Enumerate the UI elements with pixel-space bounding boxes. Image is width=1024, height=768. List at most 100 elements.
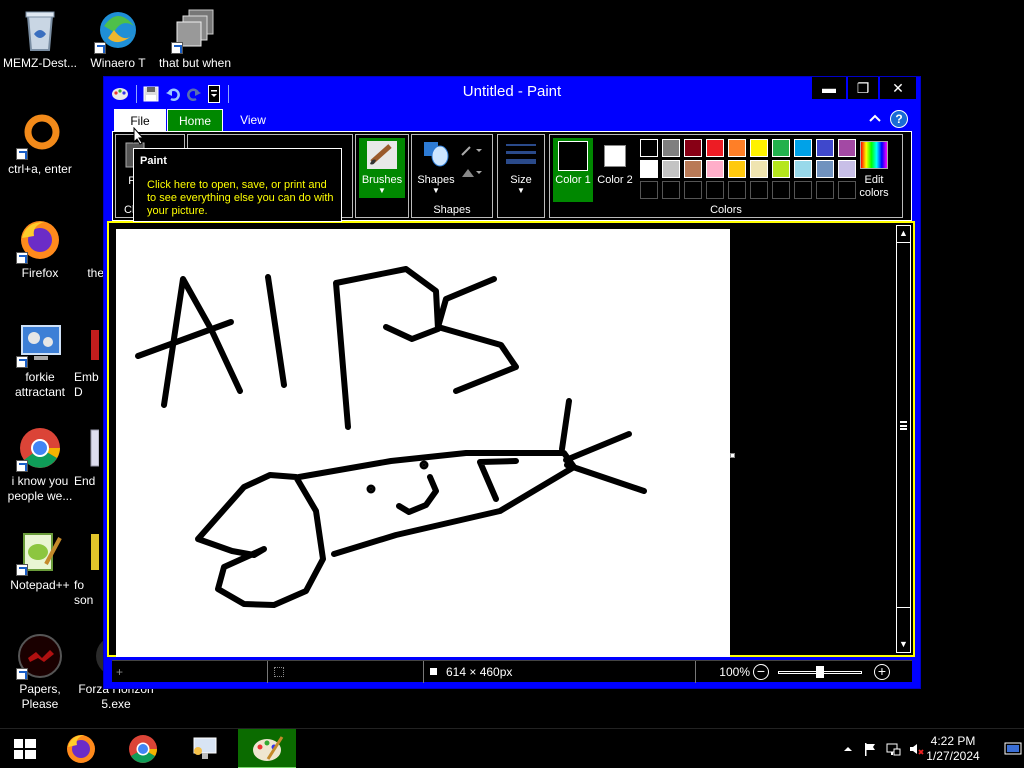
palette-empty-slot[interactable] (772, 181, 790, 199)
zoom-slider-thumb[interactable] (816, 666, 824, 678)
zoom-in-button[interactable]: + (874, 664, 890, 680)
desktop-icon-emb[interactable]: Emb D (74, 320, 104, 400)
desktop-icon-ctrl-a-enter[interactable]: ctrl+a, enter (0, 112, 80, 177)
outline-icon[interactable] (460, 143, 486, 157)
color1-button[interactable]: Color 1 (553, 138, 593, 202)
palette-swatch[interactable] (816, 160, 834, 178)
desktop-icon-label: Papers, Please (19, 682, 61, 711)
ring-icon (16, 112, 64, 160)
palette-swatch[interactable] (750, 139, 768, 157)
taskbar-paint[interactable] (238, 729, 296, 768)
desktop-icon-winaero[interactable]: Winaero T (78, 6, 158, 71)
maximize-button[interactable]: ❐ (848, 77, 878, 99)
file-tab-tooltip: Paint Click here to open, save, or print… (133, 148, 342, 222)
brushes-button[interactable]: Brushes ▼ (359, 138, 405, 198)
color2-button[interactable]: Color 2 (595, 138, 635, 202)
network-icon[interactable] (885, 741, 901, 757)
palette-empty-slot[interactable] (662, 181, 680, 199)
palette-empty-slot[interactable] (794, 181, 812, 199)
notepadpp-icon (16, 528, 64, 576)
palette-swatch[interactable] (750, 160, 768, 178)
desktop-icon-label: fo son (74, 578, 94, 607)
palette-empty-slot[interactable] (728, 181, 746, 199)
title-bar[interactable]: Untitled - Paint ▬ ❐ ✕ (104, 77, 920, 107)
colors-group: Color 1 Color 2 Edit colors Colors (549, 134, 903, 218)
clock[interactable]: 4:22 PM 1/27/2024 (918, 734, 988, 764)
desktop-icon-i-know-you[interactable]: i know you people we... (0, 424, 80, 504)
chrome-icon (129, 735, 157, 763)
edit-colors-button[interactable]: Edit colors (852, 138, 896, 202)
palette-swatch[interactable] (706, 160, 724, 178)
papers-please-icon (16, 632, 64, 680)
scroll-thumb[interactable] (897, 242, 910, 608)
show-hidden-icons-icon[interactable] (840, 741, 856, 757)
close-button[interactable]: ✕ (880, 77, 916, 99)
color1-label: Color 1 (555, 174, 591, 186)
canvas-resize-handle[interactable] (730, 453, 735, 458)
vertical-scrollbar[interactable]: ▲ ▼ (896, 225, 911, 653)
taskbar-firefox[interactable] (52, 729, 110, 768)
palette-swatch[interactable] (772, 139, 790, 157)
palette-swatch[interactable] (772, 160, 790, 178)
palette-swatch[interactable] (640, 139, 658, 157)
zoom-slider[interactable] (778, 666, 862, 678)
size-button[interactable]: Size ▼ (501, 138, 541, 198)
scroll-down-icon[interactable]: ▼ (897, 637, 910, 652)
drawing-canvas[interactable] (116, 229, 730, 657)
tab-home[interactable]: Home (167, 109, 223, 131)
cursor-position-cell: + (112, 661, 268, 683)
zoom-out-button[interactable]: − (753, 664, 769, 680)
palette-swatch[interactable] (684, 160, 702, 178)
palette-empty-slot[interactable] (640, 181, 658, 199)
color-spectrum-icon (860, 141, 888, 169)
zoom-level: 100% (719, 665, 750, 679)
tab-view[interactable]: View (227, 109, 279, 131)
line-size-icon (506, 144, 536, 164)
chrome-icon (16, 424, 64, 472)
scroll-up-icon[interactable]: ▲ (897, 226, 910, 241)
palette-swatch[interactable] (706, 139, 724, 157)
palette-empty-slot[interactable] (816, 181, 834, 199)
desktop-icon-the[interactable]: the (60, 216, 104, 281)
notifications-icon[interactable] (1004, 741, 1022, 757)
settings-monitor-icon (16, 320, 64, 368)
taskbar-chrome[interactable] (114, 729, 172, 768)
desktop-icon-forkie-attractant[interactable]: forkie attractant (0, 320, 80, 400)
palette-swatch[interactable] (640, 160, 658, 178)
desktop-icon-label: End (74, 474, 96, 488)
chevron-down-icon: ▼ (517, 186, 525, 195)
desktop-icon-that-but-when[interactable]: that but when (155, 6, 235, 71)
taskbar-network-app[interactable] (176, 729, 234, 768)
minimize-button[interactable]: ▬ (812, 77, 846, 99)
palette-empty-slot[interactable] (684, 181, 702, 199)
shapes-button[interactable]: Shapes ▼ (416, 138, 456, 198)
desktop-icon-end[interactable]: End (74, 424, 104, 489)
status-bar: + 614 × 460px 100% − + (112, 660, 912, 683)
partial-red-icon (79, 320, 99, 368)
palette-empty-slot[interactable] (706, 181, 724, 199)
image-dimensions: 614 × 460px (446, 665, 513, 679)
palette-swatch[interactable] (816, 139, 834, 157)
action-center-flag-icon[interactable] (862, 741, 878, 757)
collapse-ribbon-icon[interactable] (868, 112, 882, 126)
palette-swatch[interactable] (662, 139, 680, 157)
desktop-icon-papers-please[interactable]: Papers, Please (0, 632, 80, 712)
desktop-icon-fo-son[interactable]: fo son (74, 528, 104, 608)
palette-swatch[interactable] (794, 160, 812, 178)
palette-swatch[interactable] (728, 160, 746, 178)
fill-icon[interactable] (460, 165, 486, 179)
size-label: Size (510, 174, 532, 186)
colors-group-label: Colors (710, 204, 742, 216)
palette-swatch[interactable] (662, 160, 680, 178)
windows-logo-icon (14, 739, 36, 759)
image-size-cell: 614 × 460px (424, 661, 696, 683)
desktop-icon-notepadpp[interactable]: Notepad++ (0, 528, 80, 593)
desktop-icon-memz[interactable]: MEMZ-Dest... (0, 6, 80, 71)
canvas-area[interactable]: ▲ ▼ (107, 221, 915, 657)
help-icon[interactable]: ? (890, 110, 908, 128)
palette-swatch[interactable] (684, 139, 702, 157)
palette-swatch[interactable] (728, 139, 746, 157)
palette-empty-slot[interactable] (750, 181, 768, 199)
start-button[interactable] (0, 729, 50, 768)
palette-swatch[interactable] (794, 139, 812, 157)
